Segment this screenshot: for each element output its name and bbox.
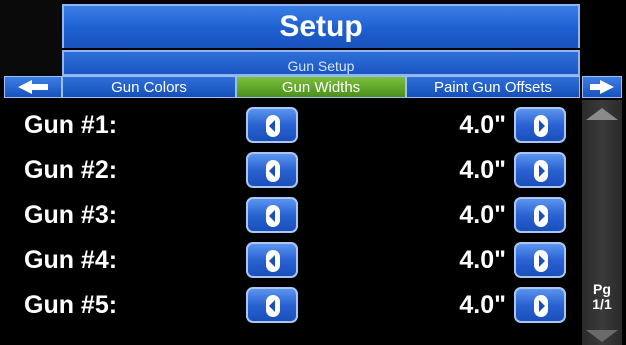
list-item: Gun #1: 4.0" (0, 104, 580, 146)
setup-screen: Setup Gun Setup Gun Colors Gun Widths Pa… (0, 0, 626, 345)
increase-width-button[interactable] (514, 152, 566, 188)
decrease-width-button[interactable] (246, 242, 298, 278)
decrease-width-button[interactable] (246, 152, 298, 188)
list-item: Gun #4: 4.0" (0, 239, 580, 281)
scrollbar[interactable]: Pg 1/1 (582, 100, 622, 345)
arrow-right-icon (534, 205, 548, 227)
tab-bar: Gun Colors Gun Widths Paint Gun Offsets (0, 76, 626, 98)
scroll-down-icon[interactable] (586, 330, 618, 342)
gun-width-value: 4.0" (459, 201, 506, 229)
arrow-left-icon (266, 250, 280, 272)
decrease-width-button[interactable] (246, 197, 298, 233)
page-subtitle: Gun Setup (62, 50, 580, 76)
gun-label: Gun #4: (24, 246, 118, 274)
triangle-left-icon (18, 80, 48, 94)
tab-paint-gun-offsets[interactable]: Paint Gun Offsets (406, 76, 580, 98)
arrow-right-icon (534, 160, 548, 182)
list-item: Gun #2: 4.0" (0, 149, 580, 191)
gun-width-value: 4.0" (459, 246, 506, 274)
gun-width-value: 4.0" (459, 111, 506, 139)
arrow-left-icon (266, 160, 280, 182)
increase-width-button[interactable] (514, 287, 566, 323)
page-label: Pg (593, 281, 611, 297)
triangle-right-icon (590, 80, 614, 94)
gun-label: Gun #3: (24, 201, 118, 229)
arrow-left-icon (266, 205, 280, 227)
tab-gun-widths[interactable]: Gun Widths (236, 76, 406, 98)
tab-prev-button[interactable] (4, 76, 62, 98)
decrease-width-button[interactable] (246, 287, 298, 323)
arrow-left-icon (266, 295, 280, 317)
page-indicator: Pg 1/1 (582, 282, 622, 312)
gun-width-list: Gun #1: 4.0" Gun #2: 4.0" Gun #3: 4.0" G… (0, 104, 580, 345)
gun-width-value: 4.0" (459, 156, 506, 184)
decrease-width-button[interactable] (246, 107, 298, 143)
scroll-up-icon[interactable] (586, 108, 618, 120)
gun-width-value: 4.0" (459, 291, 506, 319)
gun-label: Gun #5: (24, 291, 118, 319)
page-title: Setup (62, 4, 580, 48)
list-item: Gun #3: 4.0" (0, 194, 580, 236)
tab-next-button[interactable] (582, 76, 622, 98)
increase-width-button[interactable] (514, 107, 566, 143)
increase-width-button[interactable] (514, 197, 566, 233)
left-bezel (0, 0, 62, 78)
tab-gun-colors[interactable]: Gun Colors (62, 76, 236, 98)
gun-label: Gun #2: (24, 156, 118, 184)
gun-label: Gun #1: (24, 111, 118, 139)
increase-width-button[interactable] (514, 242, 566, 278)
list-item: Gun #5: 4.0" (0, 284, 580, 326)
arrow-right-icon (534, 115, 548, 137)
page-number: 1/1 (592, 296, 612, 312)
arrow-right-icon (534, 250, 548, 272)
arrow-right-icon (534, 295, 548, 317)
arrow-left-icon (266, 115, 280, 137)
